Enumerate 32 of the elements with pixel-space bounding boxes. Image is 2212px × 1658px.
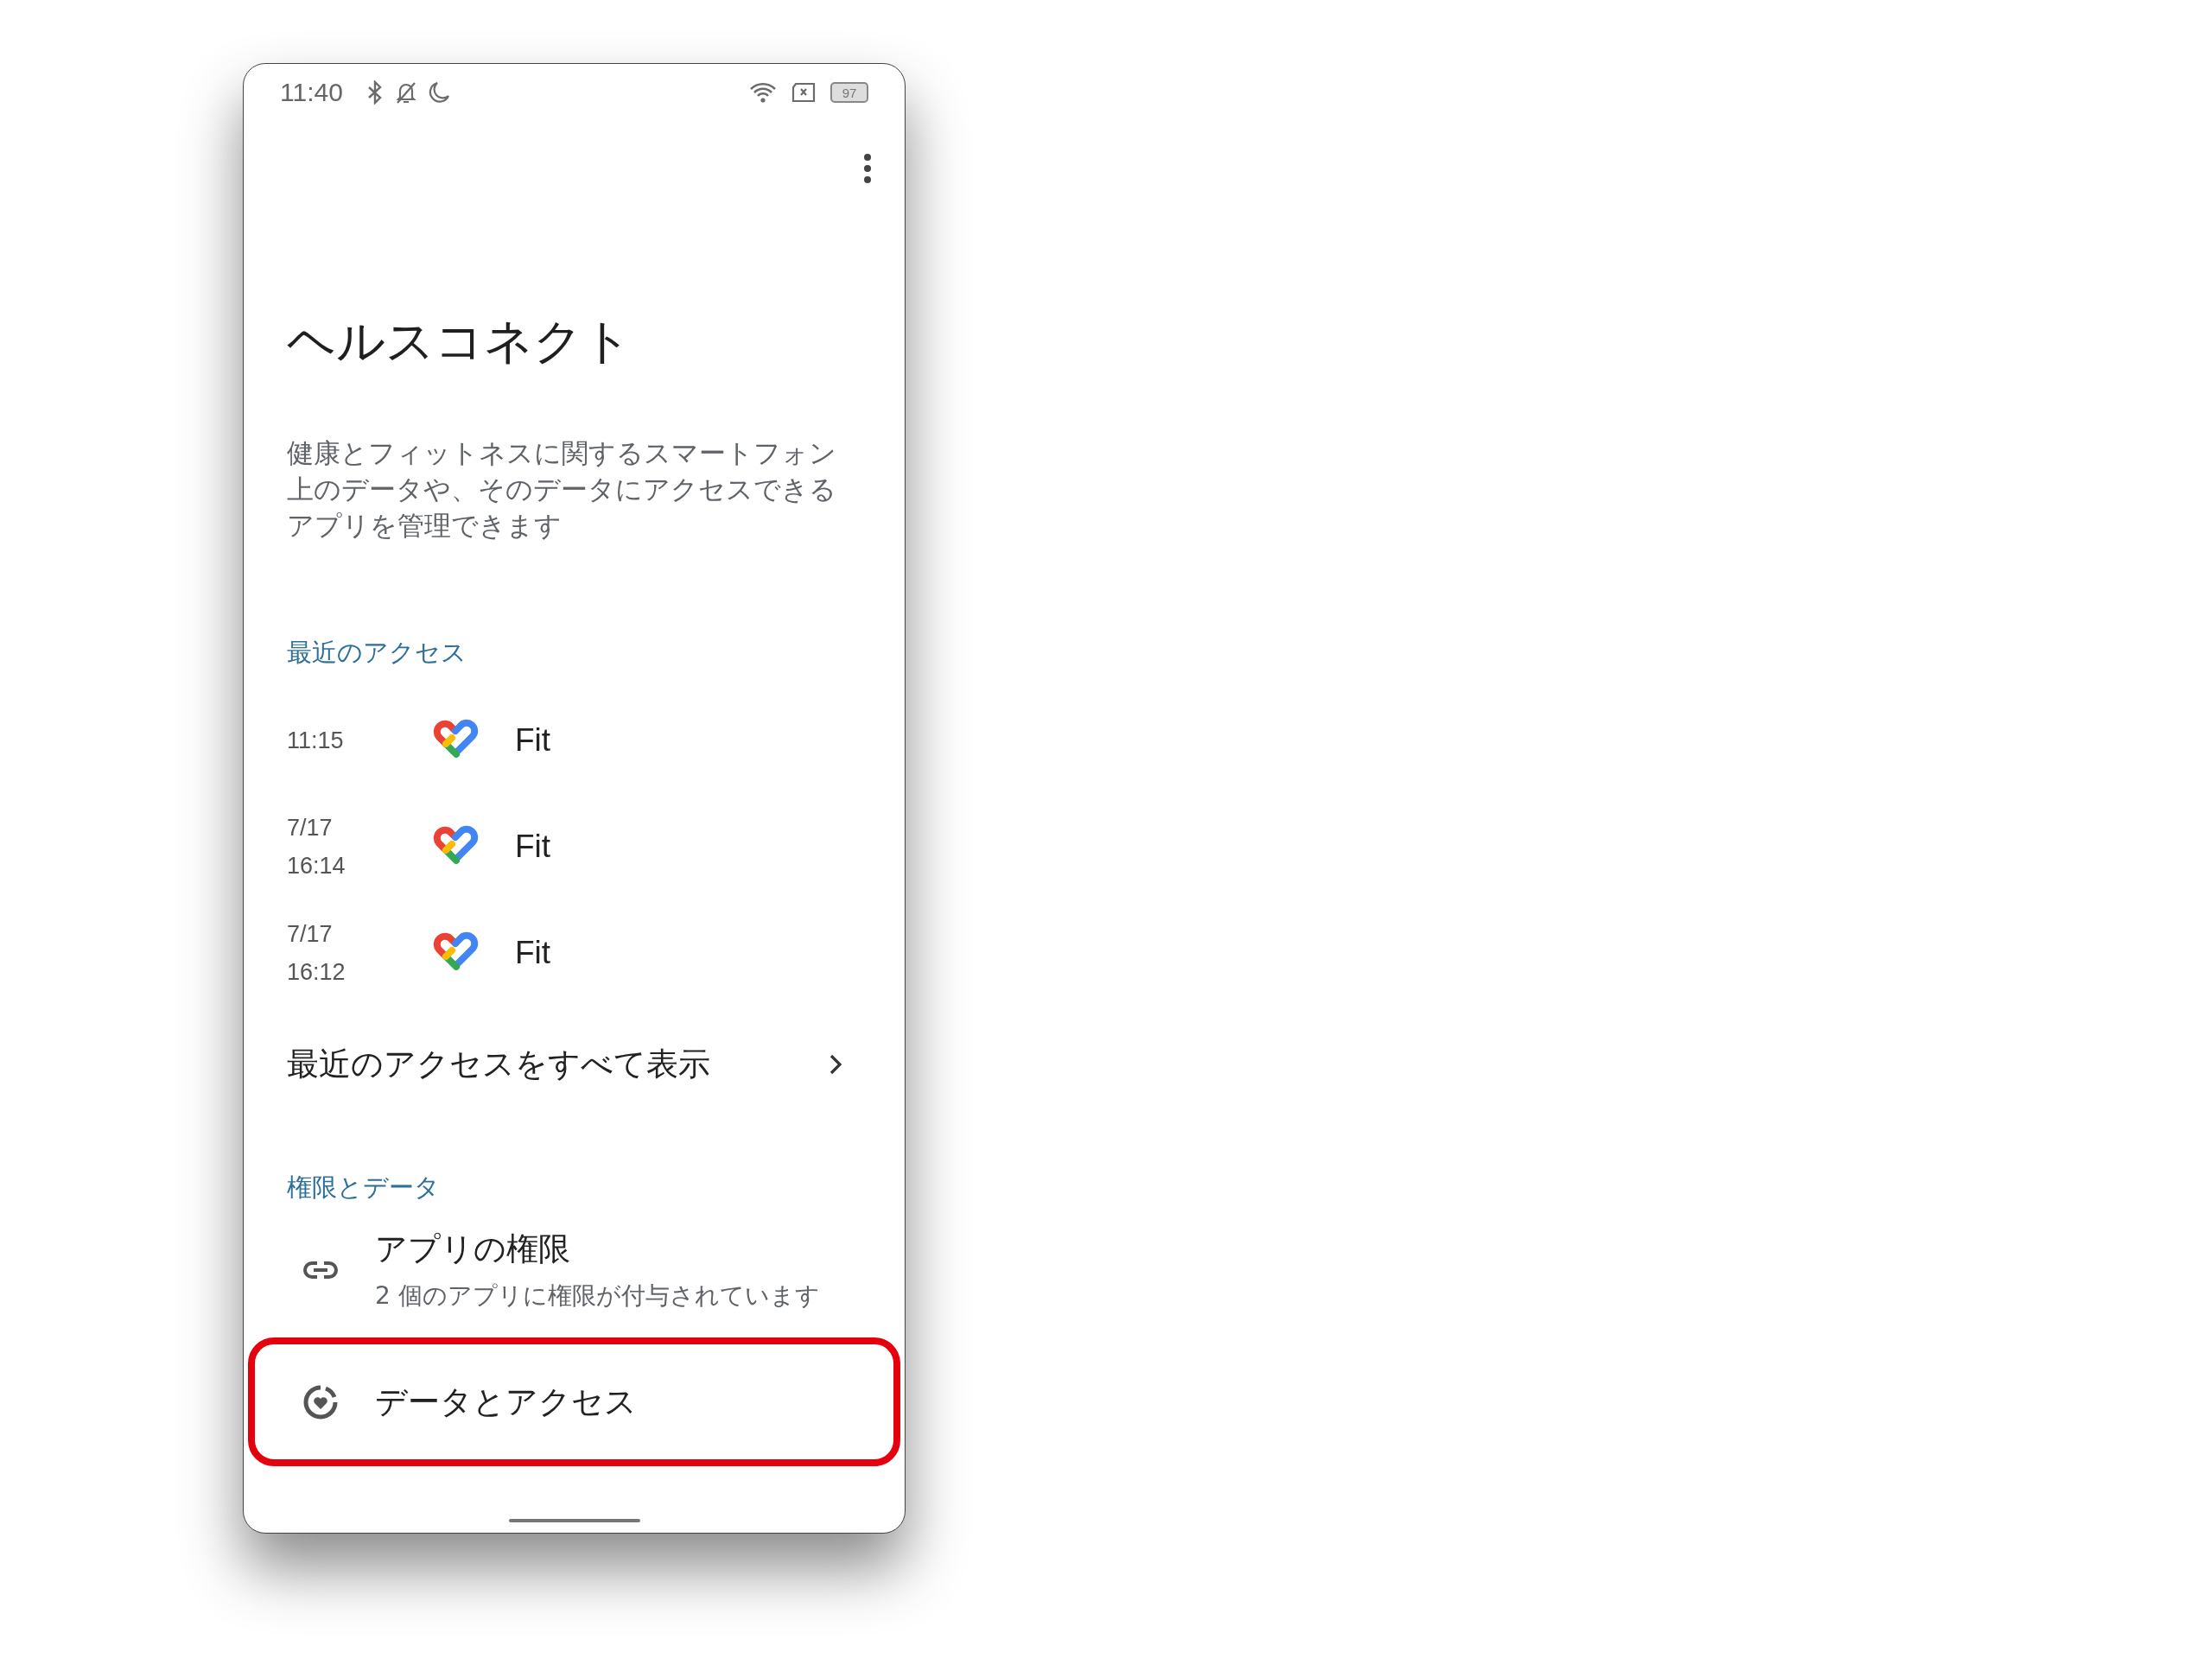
more-icon — [863, 153, 872, 184]
access-entry[interactable]: 7/17 16:14 Fit — [287, 793, 861, 899]
battery-level: 97 — [842, 85, 857, 100]
access-time: 7/17 — [287, 813, 334, 842]
show-all-item[interactable]: 最近のアクセスをすべて表示 — [287, 1006, 861, 1123]
show-all-label: 最近のアクセスをすべて表示 — [287, 1045, 710, 1084]
item-title: データとアクセス — [375, 1382, 637, 1422]
list-item[interactable]: データとアクセス — [248, 1337, 900, 1466]
access-time: 16:14 — [287, 851, 346, 880]
page-title: ヘルスコネクト — [287, 312, 632, 371]
bell-off-icon — [394, 80, 417, 105]
access-time: 11:15 — [287, 726, 345, 755]
wifi-icon — [749, 81, 777, 104]
status-time: 11:40 — [280, 78, 343, 107]
description-text: 健康とフィットネスに関するスマートフォン上のデータや、そのデータにアクセスできるアプリを管理できます — [287, 436, 837, 543]
item-subtitle: 2 個のアプリに権限が付与されています — [375, 1280, 820, 1312]
chevron-right-icon — [829, 1053, 842, 1076]
app-name: Fit — [515, 934, 551, 971]
sim-card-icon — [791, 82, 817, 103]
moon-icon — [427, 80, 450, 105]
app-name: Fit — [515, 721, 551, 759]
access-entry[interactable]: 11:15 Fit — [287, 687, 861, 793]
link-icon — [302, 1260, 339, 1280]
access-entry[interactable]: 7/17 16:12 Fit — [287, 899, 861, 1006]
access-time: 16:12 — [287, 957, 346, 987]
access-time: 7/17 — [287, 919, 334, 949]
app-name: Fit — [515, 828, 551, 865]
list-item[interactable]: アプリの権限 2 個のアプリに権限が付与されています — [248, 1203, 900, 1337]
section-header: 最近のアクセス — [287, 637, 467, 668]
item-title: アプリの権限 — [375, 1229, 571, 1269]
heart-circle-icon — [302, 1383, 339, 1420]
section-header: 権限とデータ — [287, 1172, 441, 1203]
